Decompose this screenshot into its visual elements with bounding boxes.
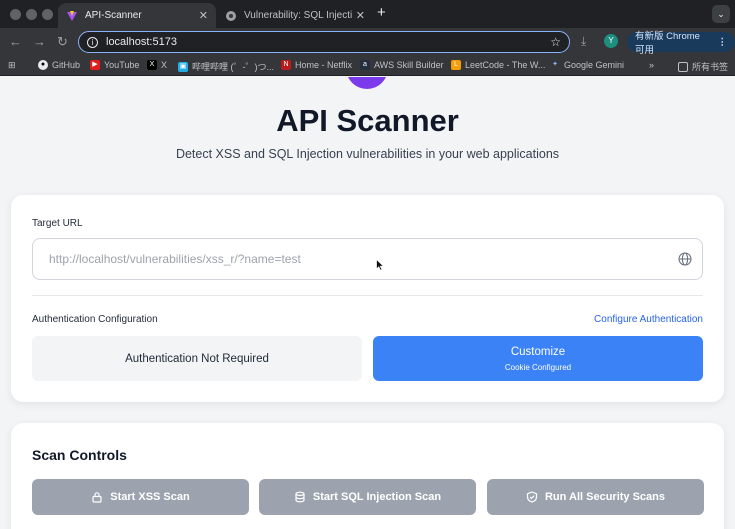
target-url-input[interactable]: [32, 238, 703, 280]
address-text[interactable]: localhost:5173: [106, 36, 550, 48]
reload-icon[interactable]: ↻: [57, 34, 68, 50]
youtube-icon: ▶: [90, 60, 100, 70]
dvwa-icon: [226, 10, 236, 21]
all-bookmarks[interactable]: 所有书签: [678, 60, 728, 73]
site-info-icon[interactable]: i: [87, 36, 98, 48]
apps-grid-icon[interactable]: ⊞: [8, 60, 16, 71]
shield-icon: [526, 491, 538, 503]
bookmark-youtube[interactable]: ▶ YouTube: [90, 60, 139, 70]
page-content: API Scanner Detect XSS and SQL Injection…: [0, 77, 735, 529]
more-menu-icon[interactable]: ⋮: [718, 37, 728, 48]
target-card: Target URL Authentication Configuration …: [11, 195, 724, 402]
leetcode-icon: L: [451, 60, 461, 70]
page-subtitle: Detect XSS and SQL Injection vulnerabili…: [175, 147, 560, 161]
gemini-icon: ✦: [552, 61, 558, 68]
button-label: Start SQL Injection Scan: [312, 491, 442, 503]
start-sql-injection-scan-button[interactable]: Start SQL Injection Scan: [259, 479, 476, 515]
database-icon: [295, 491, 305, 503]
chrome-update-button[interactable]: 有新版 Chrome 可用 ⋮: [627, 31, 735, 56]
lock-icon: [92, 492, 102, 503]
configure-authentication-link[interactable]: Configure Authentication: [594, 314, 703, 325]
extension-icon[interactable]: Y: [604, 34, 618, 48]
aws-icon: a: [360, 60, 370, 70]
bookmark-label: X: [161, 60, 168, 70]
bookmark-label: 哔哩哔哩 (゜-゜)つ...: [192, 62, 274, 72]
close-window-dot[interactable]: [10, 9, 21, 20]
customize-label: Customize: [510, 345, 566, 358]
tab-close-icon[interactable]: ✕: [356, 9, 365, 22]
auth-not-required-button[interactable]: Authentication Not Required: [32, 336, 362, 381]
bookmark-gemini[interactable]: ✦ Google Gemini: [550, 60, 624, 70]
tab-search-icon[interactable]: ⌄: [712, 5, 730, 23]
folder-icon: [678, 61, 688, 72]
bookmark-netflix[interactable]: N Home - Netflix: [281, 60, 352, 70]
globe-icon: [678, 252, 692, 266]
minimize-window-dot[interactable]: [26, 9, 37, 20]
x-icon: X: [147, 60, 157, 70]
target-url-label: Target URL: [32, 218, 83, 229]
divider: [32, 295, 703, 296]
download-icon[interactable]: ⤓: [581, 34, 586, 49]
bookmark-label: Home - Netflix: [295, 60, 353, 70]
scan-controls-card: Scan Controls Start XSS Scan Start SQL I…: [11, 423, 724, 529]
netflix-icon: N: [281, 60, 291, 70]
bilibili-icon: ▣: [178, 61, 188, 72]
tab-api-scanner[interactable]: API-Scanner ✕: [58, 3, 216, 28]
app-logo: [346, 77, 388, 89]
browser-tabstrip: API-Scanner ✕ Vulnerability: SQL Injecti…: [0, 0, 735, 28]
tab-vulnerability[interactable]: Vulnerability: SQL Injection :: ✕: [217, 3, 373, 28]
mouse-cursor-icon: [376, 259, 384, 271]
cookie-status: Cookie Configured: [504, 362, 572, 372]
bookmark-leetcode[interactable]: L LeetCode - The W...: [451, 60, 545, 70]
bookmarks-bar: ⊞ ● GitHub ▶ YouTube XX ▣ 哔哩哔哩 (゜-゜)つ... NH…: [0, 56, 735, 76]
bookmark-aws[interactable]: a AWS Skill Builder: [360, 60, 444, 70]
bookmark-label: GitHub: [52, 60, 81, 70]
button-label: Run All Security Scans: [544, 491, 666, 503]
tab-title: API-Scanner: [85, 10, 142, 21]
bookmark-x[interactable]: XX: [147, 60, 167, 70]
button-label: Start XSS Scan: [110, 491, 190, 503]
tab-close-icon[interactable]: ✕: [199, 9, 208, 22]
update-label: 有新版 Chrome 可用: [635, 31, 700, 56]
vite-icon: [67, 10, 77, 21]
bookmark-bilibili[interactable]: ▣ 哔哩哔哩 (゜-゜)つ...: [178, 60, 274, 73]
tab-title: Vulnerability: SQL Injection ::: [244, 10, 352, 21]
bookmarks-overflow[interactable]: »: [649, 60, 654, 70]
github-icon: ●: [38, 60, 48, 70]
run-all-security-scans-button[interactable]: Run All Security Scans: [487, 479, 704, 515]
back-icon[interactable]: ←: [9, 34, 22, 49]
browser-toolbar: ← → ↻ i localhost:5173 ☆ ⤓ Y 有新版 Chrome …: [0, 28, 735, 56]
maximize-window-dot[interactable]: [42, 9, 53, 20]
bookmark-github[interactable]: ● GitHub: [38, 60, 80, 70]
forward-icon[interactable]: →: [33, 34, 46, 49]
bookmark-star-icon[interactable]: ☆: [550, 35, 561, 49]
start-xss-scan-button[interactable]: Start XSS Scan: [32, 479, 249, 515]
page-title: API Scanner: [276, 103, 459, 138]
bookmark-label: YouTube: [104, 60, 140, 70]
scan-controls-title: Scan Controls: [32, 447, 127, 463]
auth-customize-button[interactable]: Customize Cookie Configured: [373, 336, 703, 381]
new-tab-icon[interactable]: +: [377, 4, 386, 21]
bookmark-label: AWS Skill Builder: [374, 60, 444, 70]
address-bar[interactable]: i localhost:5173 ☆: [78, 31, 570, 53]
bookmark-label: LeetCode - The W...: [465, 60, 546, 70]
all-bookmarks-label: 所有书签: [692, 62, 729, 72]
auth-config-label: Authentication Configuration: [32, 314, 158, 325]
bookmark-label: Google Gemini: [564, 60, 625, 70]
